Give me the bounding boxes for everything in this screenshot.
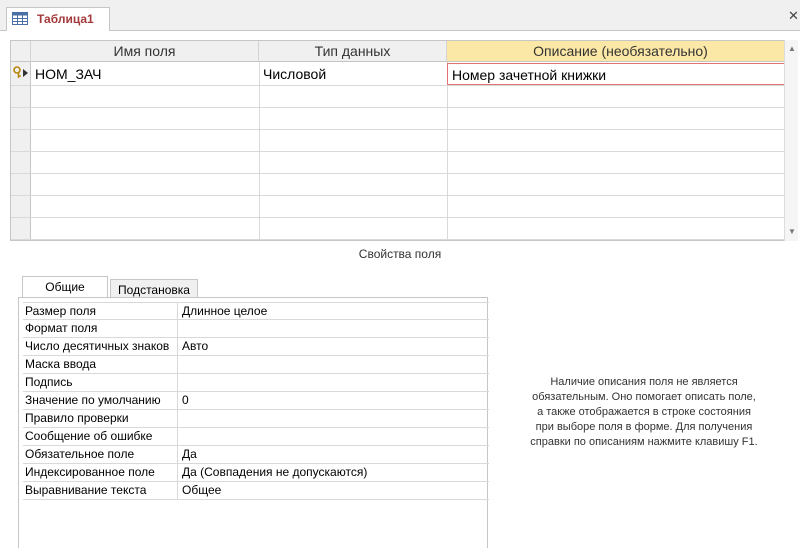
property-value[interactable]: Длинное целое (179, 303, 489, 320)
scroll-up-icon[interactable]: ▲ (788, 44, 796, 53)
property-name: Подпись (23, 374, 178, 391)
property-value[interactable] (179, 428, 489, 445)
help-line: справки по описаниям нажмите клавишу F1. (530, 436, 758, 448)
data-type-cell[interactable]: Числовой (259, 63, 447, 85)
property-value[interactable]: Да (179, 446, 489, 463)
property-name: Сообщение об ошибке (23, 428, 178, 445)
property-value[interactable]: Да (Совпадения не допускаются) (179, 464, 489, 481)
property-row[interactable]: Индексированное поле Да (Совпадения не д… (23, 464, 489, 482)
help-line: при выборе поля в форме. Для получения (535, 421, 753, 433)
property-row[interactable]: Правило проверки (23, 410, 489, 428)
property-value[interactable] (179, 410, 489, 427)
scroll-down-icon[interactable]: ▼ (788, 227, 796, 236)
close-icon[interactable]: ✕ (788, 8, 799, 24)
property-value[interactable] (179, 356, 489, 373)
property-value[interactable]: Авто (179, 338, 489, 355)
property-row[interactable]: Маска ввода (23, 356, 489, 374)
field-properties-caption: Свойства поля (358, 247, 442, 261)
table1-tab[interactable]: Таблица1 (6, 7, 110, 31)
field-name-cell[interactable]: НОМ_ЗАЧ (31, 63, 259, 85)
property-name: Маска ввода (23, 356, 178, 373)
property-name: Формат поля (23, 320, 178, 337)
help-line: Наличие описания поля не является (550, 376, 738, 388)
help-line: а также отображается в строке состояния (537, 406, 751, 418)
property-name: Обязательное поле (23, 446, 178, 463)
property-name: Выравнивание текста (23, 482, 178, 499)
property-name: Число десятичных знаков (23, 338, 178, 355)
property-row[interactable]: Размер поля Длинное целое (23, 302, 489, 320)
table-icon (12, 12, 28, 25)
column-header-field-name: Имя поля (31, 41, 259, 62)
property-name: Индексированное поле (23, 464, 178, 481)
description-cell[interactable]: Номер зачетной книжки (447, 63, 795, 85)
property-row[interactable]: Подпись (23, 374, 489, 392)
row-selector-header[interactable] (11, 41, 31, 62)
property-value[interactable]: 0 (179, 392, 489, 409)
grid-vertical-scrollbar[interactable]: ▲ ▼ (784, 40, 798, 241)
property-row[interactable]: Выравнивание текста Общее (23, 482, 489, 500)
field-properties-panel: Размер поля Длинное целое Формат поля Чи… (18, 297, 489, 548)
field-help-text: Наличие описания поля не является обязат… (490, 375, 798, 450)
property-row[interactable]: Формат поля (23, 320, 489, 338)
property-row[interactable]: Обязательное поле Да (23, 446, 489, 464)
property-value[interactable] (179, 374, 489, 391)
property-row[interactable]: Сообщение об ошибке (23, 428, 489, 446)
property-name: Значение по умолчанию (23, 392, 178, 409)
document-tab-bar: Таблица1 ✕ (0, 0, 800, 31)
tab-general[interactable]: Общие (22, 276, 108, 297)
column-header-description: Описание (необязательно) (447, 41, 795, 62)
property-row[interactable]: Число десятичных знаков Авто (23, 338, 489, 356)
primary-key-icon (13, 66, 28, 78)
property-value[interactable]: Общее (179, 482, 489, 499)
field-design-grid: Имя поля Тип данных Описание (необязател… (10, 40, 798, 241)
property-name: Правило проверки (23, 410, 178, 427)
property-row[interactable]: Значение по умолчанию 0 (23, 392, 489, 410)
property-value[interactable] (179, 320, 489, 337)
tab-title: Таблица1 (37, 12, 94, 26)
column-header-data-type: Тип данных (259, 41, 447, 62)
help-line: обязательным. Оно помогает описать поле, (532, 391, 756, 403)
property-name: Размер поля (23, 303, 178, 320)
